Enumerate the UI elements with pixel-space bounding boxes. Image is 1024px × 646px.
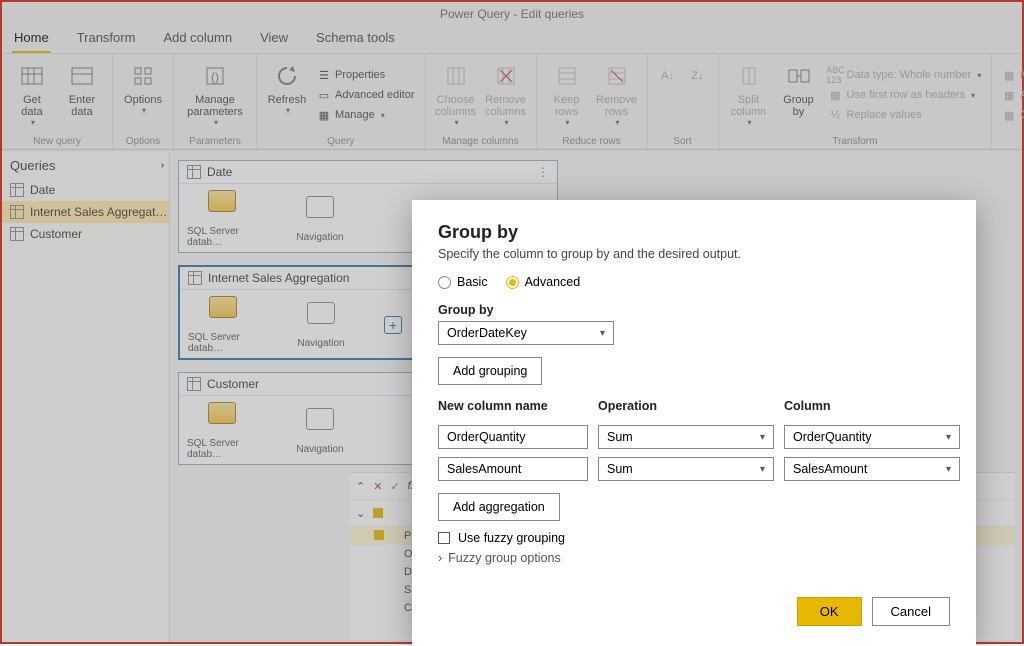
column-select-1[interactable]: SalesAmount▾: [784, 457, 960, 481]
newname-input-1[interactable]: SalesAmount: [438, 457, 588, 481]
label-column: Column: [784, 399, 960, 413]
chevron-down-icon: ▾: [946, 464, 951, 475]
chevron-down-icon: ▾: [760, 432, 765, 443]
chevron-down-icon: ▾: [600, 328, 605, 339]
fuzzy-label: Use fuzzy grouping: [458, 531, 565, 545]
ok-button[interactable]: OK: [797, 597, 862, 626]
dialog-title: Group by: [438, 222, 950, 243]
add-aggregation-button[interactable]: Add aggregation: [438, 493, 560, 521]
chevron-right-icon: ›: [438, 551, 442, 565]
label-new-column: New column name: [438, 399, 588, 413]
fuzzy-checkbox[interactable]: [438, 532, 450, 544]
fuzzy-options-toggle[interactable]: ›Fuzzy group options: [438, 551, 950, 565]
operation-select-0[interactable]: Sum▾: [598, 425, 774, 449]
radio-advanced[interactable]: Advanced: [506, 275, 581, 289]
chevron-down-icon: ▾: [760, 464, 765, 475]
chevron-down-icon: ▾: [946, 432, 951, 443]
column-select-0[interactable]: OrderQuantity▾: [784, 425, 960, 449]
operation-select-1[interactable]: Sum▾: [598, 457, 774, 481]
newname-input-0[interactable]: OrderQuantity: [438, 425, 588, 449]
label-operation: Operation: [598, 399, 774, 413]
cancel-button[interactable]: Cancel: [872, 597, 950, 626]
groupby-label: Group by: [438, 303, 950, 317]
groupby-select[interactable]: OrderDateKey▾: [438, 321, 614, 345]
dialog-subtitle: Specify the column to group by and the d…: [438, 247, 950, 261]
group-by-dialog: Group by Specify the column to group by …: [412, 200, 976, 646]
radio-basic[interactable]: Basic: [438, 275, 488, 289]
add-grouping-button[interactable]: Add grouping: [438, 357, 542, 385]
